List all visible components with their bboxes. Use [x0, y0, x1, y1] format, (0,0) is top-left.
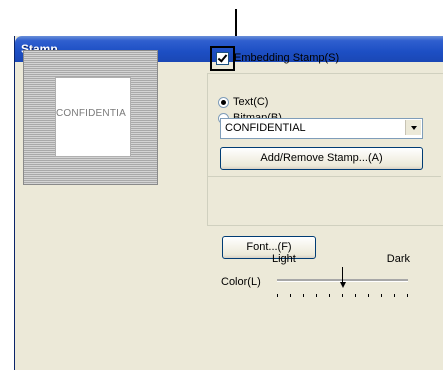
preview-stamp-text: CONFIDENTIA: [56, 108, 126, 119]
section-divider: [207, 176, 441, 177]
slider-tick: [407, 294, 408, 297]
color-slider-ticks: [277, 294, 408, 298]
text-radio[interactable]: [218, 97, 229, 108]
embedding-stamp-checkbox[interactable]: [216, 52, 229, 65]
slider-tick: [329, 294, 330, 297]
slider-tick: [290, 294, 291, 297]
stamp-select[interactable]: CONFIDENTIAL: [220, 118, 423, 139]
slider-tick: [342, 294, 343, 297]
preview-page: CONFIDENTIA: [55, 77, 131, 157]
text-radio-label[interactable]: Text(C): [233, 96, 268, 108]
dark-label: Dark: [386, 253, 410, 265]
color-slider-thumb[interactable]: [340, 267, 346, 288]
slider-tick: [316, 294, 317, 297]
light-label: Light: [272, 253, 296, 265]
slider-tick: [277, 294, 278, 297]
stamp-preview: CONFIDENTIA: [23, 50, 158, 185]
slider-tick: [368, 294, 369, 297]
slider-tick: [381, 294, 382, 297]
slider-tick: [394, 294, 395, 297]
color-scale-labels: Light Dark: [268, 253, 410, 267]
chevron-down-icon[interactable]: [405, 120, 421, 135]
color-label: Color(L): [221, 276, 261, 288]
embedding-stamp-label[interactable]: Embedding Stamp(S): [234, 52, 339, 64]
slider-tick: [303, 294, 304, 297]
slider-tick: [355, 294, 356, 297]
add-remove-stamp-button[interactable]: Add/Remove Stamp...(A): [220, 147, 423, 170]
stamp-select-value: CONFIDENTIAL: [225, 122, 306, 134]
